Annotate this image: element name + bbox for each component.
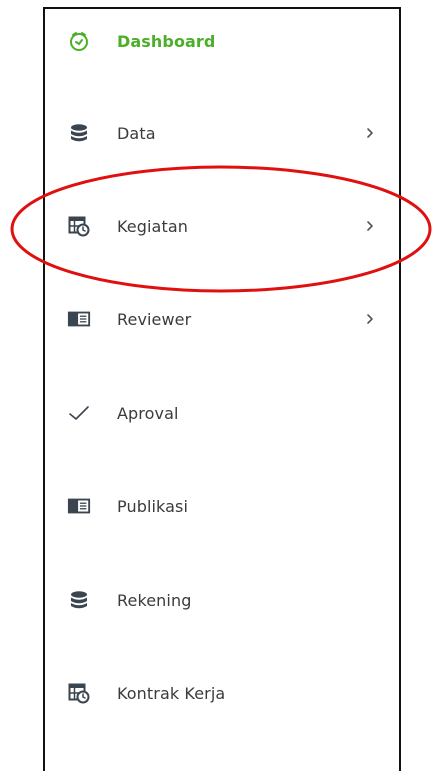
sidebar-item-label: Rekening <box>117 590 192 610</box>
sidebar-item-label: Aproval <box>117 403 179 423</box>
book-icon <box>67 494 91 518</box>
sidebar-item-label: Kontrak Kerja <box>117 683 226 703</box>
sidebar-item-rekening[interactable]: Rekening <box>45 580 399 620</box>
check-icon <box>67 401 91 425</box>
sidebar-item-publikasi[interactable]: Publikasi <box>45 486 399 526</box>
sidebar-item-label: Data <box>117 123 156 143</box>
book-icon <box>67 307 91 331</box>
chevron-right-icon <box>363 126 377 140</box>
chevron-right-icon <box>363 312 377 326</box>
calendar-clock-icon <box>67 681 91 705</box>
sidebar-item-label: Dashboard <box>117 31 216 51</box>
sidebar: Dashboard Data Kegiatan Reviewer Aproval… <box>43 7 401 771</box>
sidebar-item-label: Publikasi <box>117 496 189 516</box>
sidebar-item-label: Reviewer <box>117 309 192 329</box>
timer-icon <box>67 29 91 53</box>
sidebar-item-kontrak-kerja[interactable]: Kontrak Kerja <box>45 673 399 713</box>
sidebar-item-kegiatan[interactable]: Kegiatan <box>45 206 399 246</box>
calendar-clock-icon <box>67 214 91 238</box>
sidebar-item-reviewer[interactable]: Reviewer <box>45 299 399 339</box>
sidebar-item-label: Kegiatan <box>117 216 188 236</box>
chevron-right-icon <box>363 219 377 233</box>
sidebar-item-aproval[interactable]: Aproval <box>45 393 399 433</box>
sidebar-item-data[interactable]: Data <box>45 113 399 153</box>
database-icon <box>67 588 91 612</box>
database-icon <box>67 121 91 145</box>
sidebar-item-dashboard[interactable]: Dashboard <box>45 21 399 61</box>
page: Dashboard Data Kegiatan Reviewer Aproval… <box>0 0 432 771</box>
